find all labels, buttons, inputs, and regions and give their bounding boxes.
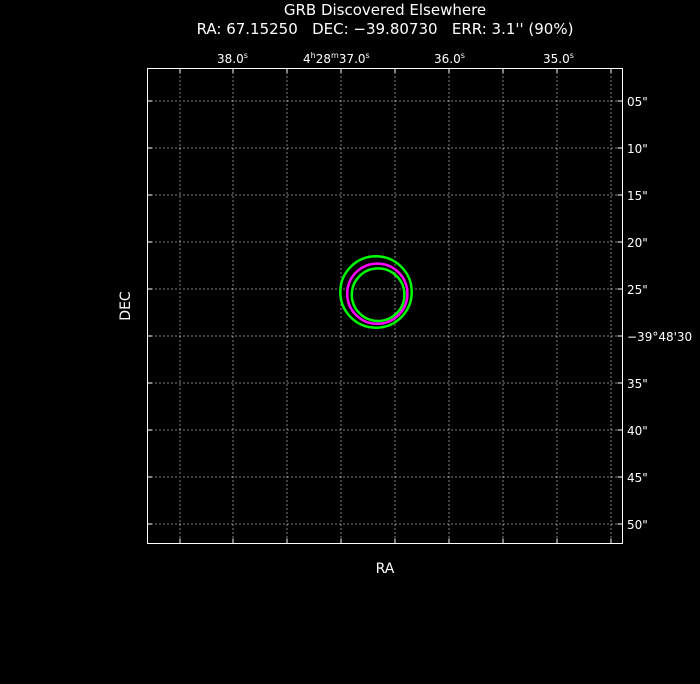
grid: [147, 68, 623, 544]
error-circle: [350, 267, 406, 323]
finding-chart: GRB Discovered Elsewhere RA: 67.15250 DE…: [118, 1, 692, 577]
x-tick-label: 36.0s: [434, 51, 465, 66]
y-tick-label: 20": [627, 236, 648, 250]
chart-title: GRB Discovered Elsewhere: [284, 1, 486, 19]
axis-ticks: [147, 68, 623, 544]
plot-frame: [147, 68, 623, 544]
y-tick-label: 45": [627, 471, 648, 485]
y-tick-label: 35": [627, 377, 648, 391]
y-tick-label: 15": [627, 189, 648, 203]
x-tick-label: 4h28m37.0s: [303, 51, 370, 66]
y-axis-label: DEC: [118, 291, 134, 321]
y-tick-label: −39°48'30: [627, 330, 692, 344]
x-axis-label: RA: [376, 561, 395, 577]
chart-subtitle: RA: 67.15250 DEC: −39.80730 ERR: 3.1'' (…: [197, 20, 574, 38]
y-tick-label: 40": [627, 424, 648, 438]
y-tick-label: 05": [627, 95, 648, 109]
y-tick-label: 50": [627, 518, 648, 532]
error-circles: [339, 255, 413, 329]
error-circle: [345, 262, 409, 326]
y-tick-label: 25": [627, 283, 648, 297]
x-tick-label: 38.0s: [217, 51, 248, 66]
x-tick-label: 35.0s: [543, 51, 574, 66]
y-tick-label: 10": [627, 142, 648, 156]
